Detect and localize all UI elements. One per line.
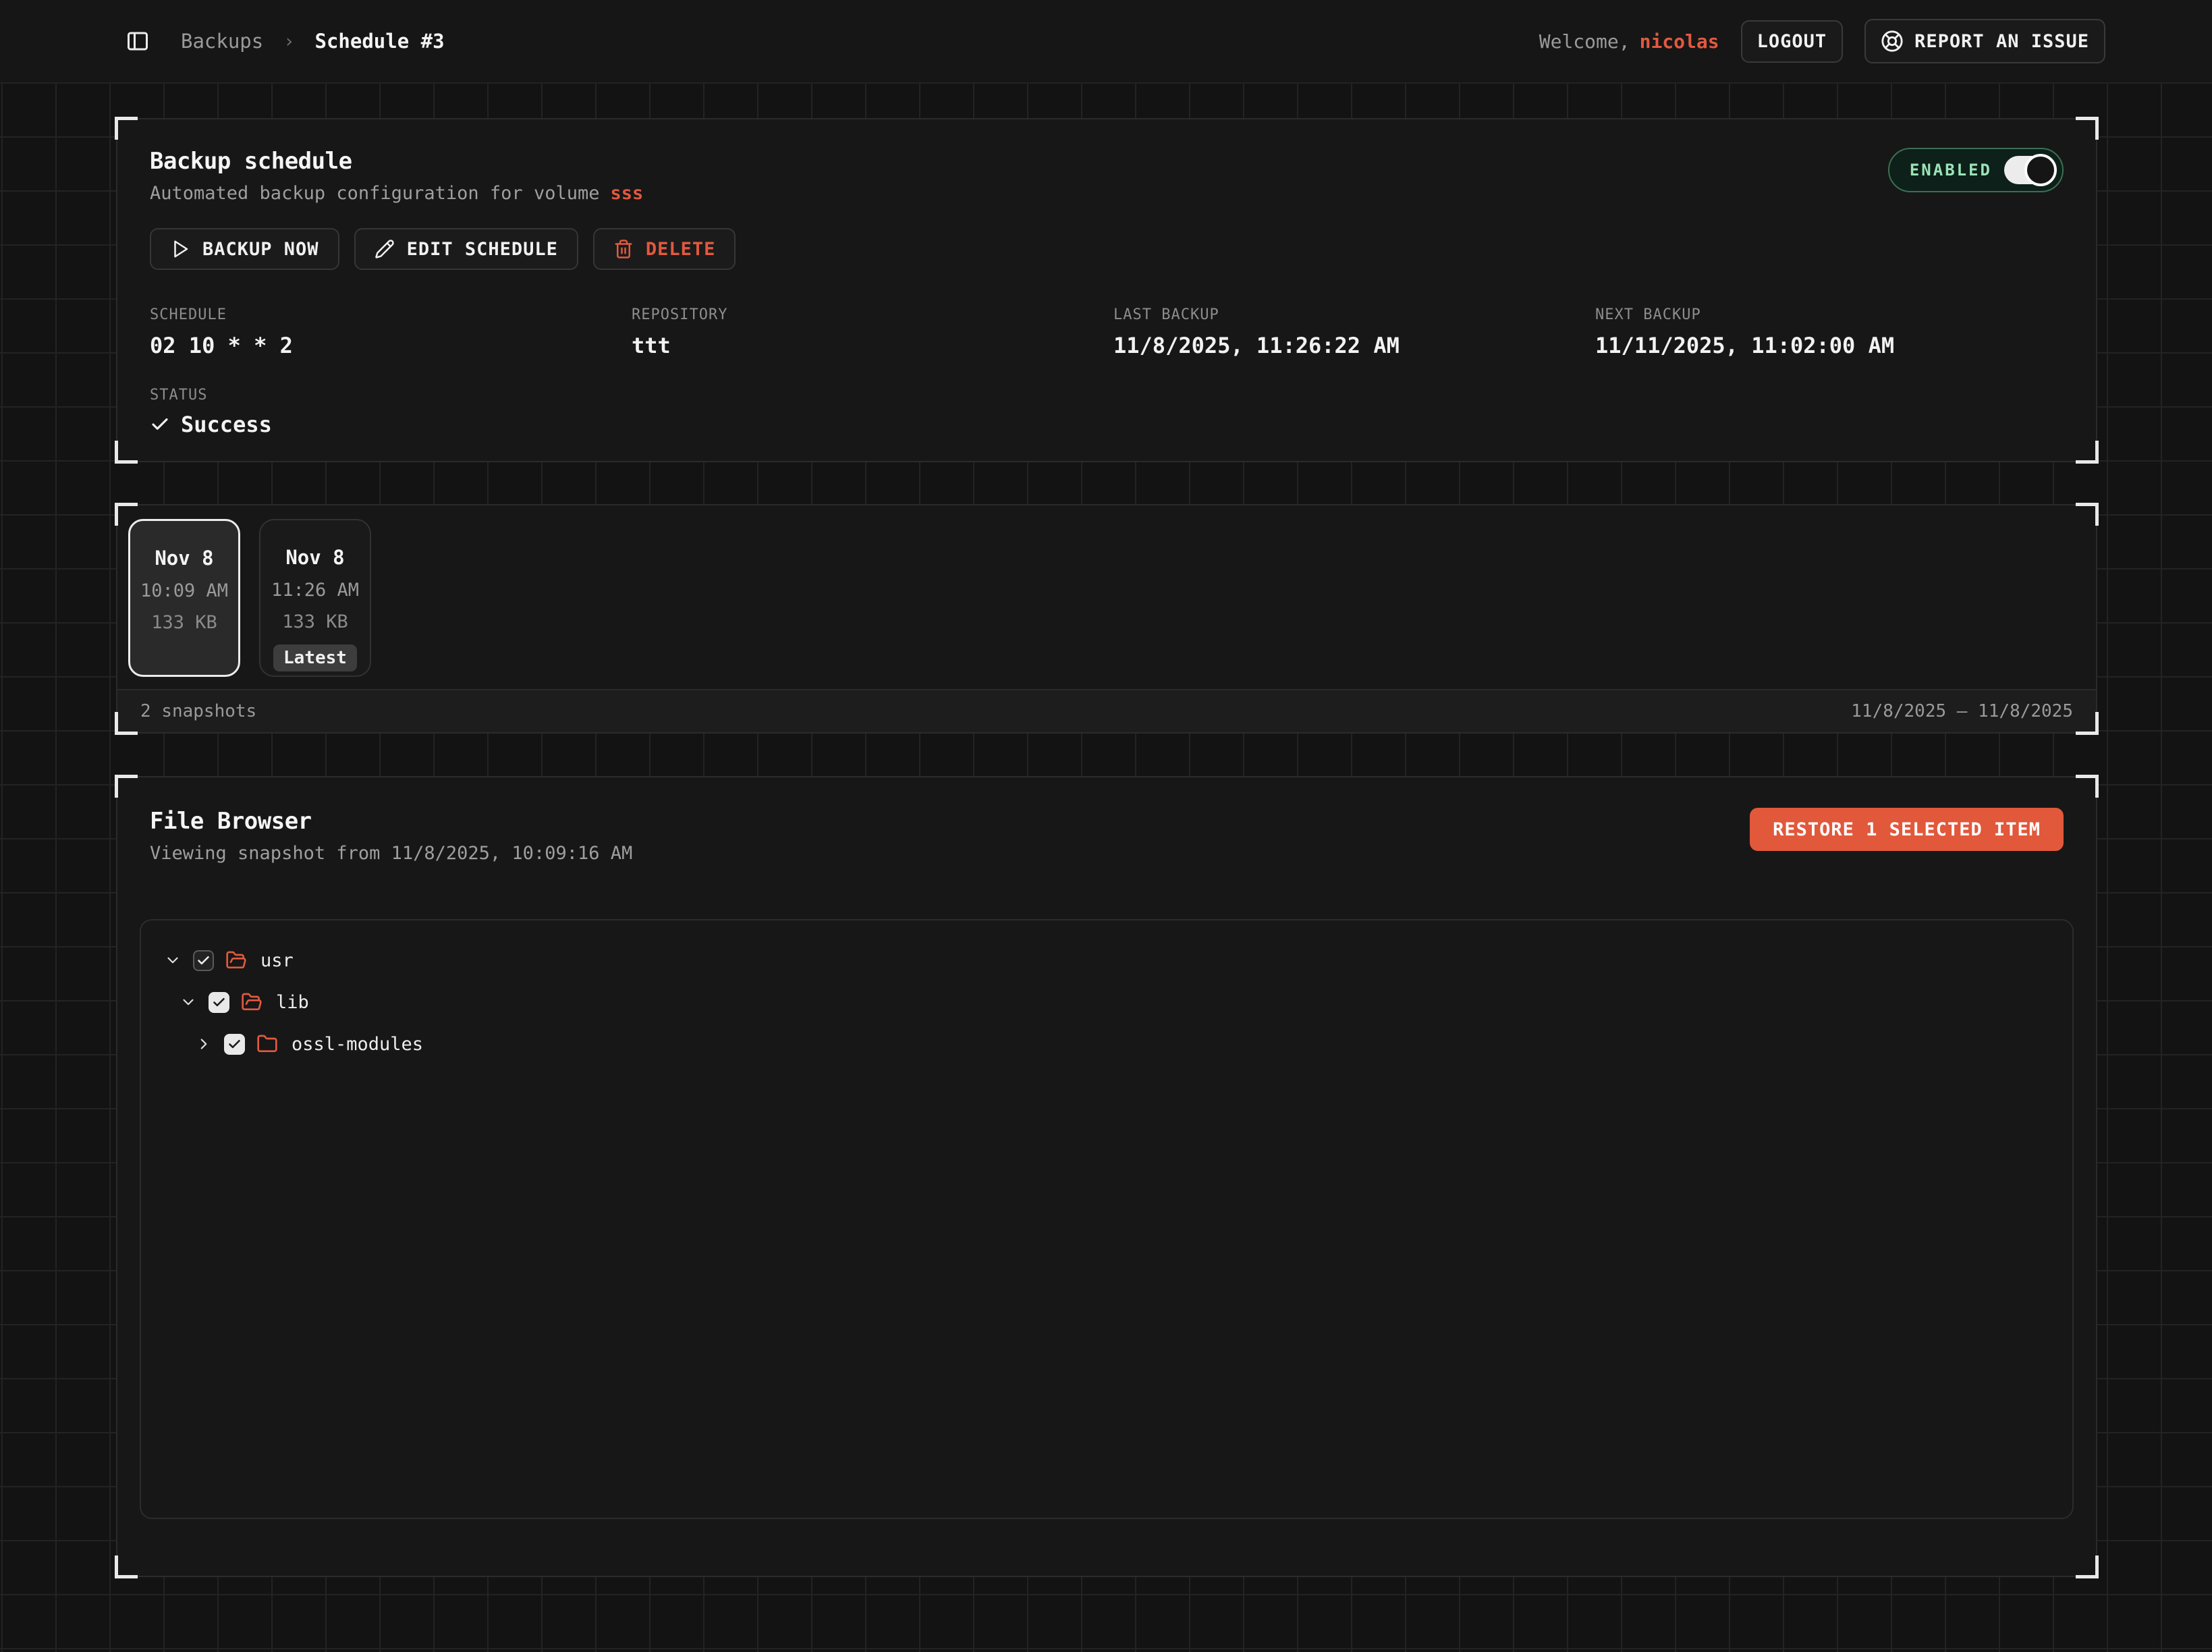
logout-button[interactable]: LOGOUT <box>1741 20 1844 63</box>
subtitle-prefix: Automated backup configuration for volum… <box>150 183 599 204</box>
welcome-text: Welcome, nicolas <box>1539 30 1719 53</box>
chevron-right-icon[interactable] <box>195 1035 213 1053</box>
field-label: NEXT BACKUP <box>1595 306 2064 323</box>
play-icon <box>170 239 190 259</box>
tree-label[interactable]: usr <box>260 950 294 971</box>
file-browser-subtitle: Viewing snapshot from 11/8/2025, 10:09:1… <box>150 843 632 864</box>
backup-now-label: BACKUP NOW <box>202 239 319 260</box>
file-browser-panel: File Browser Viewing snapshot from 11/8/… <box>116 776 2097 1577</box>
breadcrumb: Backups › Schedule #3 <box>181 30 445 53</box>
pencil-icon <box>375 239 395 259</box>
folder-open-icon <box>225 949 247 971</box>
corner-bracket <box>115 1555 138 1578</box>
edit-schedule-button[interactable]: EDIT SCHEDULE <box>354 228 578 270</box>
snapshot-size: 133 KB <box>282 611 348 632</box>
top-bar-right: Welcome, nicolas LOGOUT REPORT AN ISSUE <box>1539 19 2105 63</box>
file-tree: usr lib <box>140 919 2074 1519</box>
field-value: 02 10 * * 2 <box>150 333 618 358</box>
status-block: STATUS Success <box>150 387 2064 437</box>
snapshot-count: 2 snapshots <box>140 701 256 721</box>
breadcrumb-separator: › <box>283 31 294 52</box>
folder-open-icon <box>241 991 262 1013</box>
field-schedule: SCHEDULE 02 10 * * 2 <box>150 306 618 358</box>
delete-button[interactable]: DELETE <box>593 228 736 270</box>
corner-bracket <box>2076 117 2099 140</box>
corner-bracket <box>2076 1555 2099 1578</box>
username: nicolas <box>1640 30 1719 53</box>
snapshot-card-selected[interactable]: Nov 8 10:09 AM 133 KB <box>128 519 240 677</box>
snapshot-time: 11:26 AM <box>271 580 359 601</box>
schedule-actions: BACKUP NOW EDIT SCHEDULE DELETE <box>150 228 2064 270</box>
folder-closed-icon <box>256 1033 278 1055</box>
field-value: 11/11/2025, 11:02:00 AM <box>1595 333 2064 358</box>
field-value: 11/8/2025, 11:26:22 AM <box>1113 333 1582 358</box>
snapshot-date: Nov 8 <box>155 547 213 570</box>
checkbox-lib[interactable] <box>209 992 229 1013</box>
snapshots-footer: 2 snapshots 11/8/2025 – 11/8/2025 <box>117 689 2096 732</box>
panel-left-icon <box>126 29 150 53</box>
corner-bracket <box>115 441 138 464</box>
top-bar: Backups › Schedule #3 Welcome, nicolas LO… <box>0 0 2212 82</box>
breadcrumb-backups-link[interactable]: Backups <box>181 30 263 53</box>
report-issue-button[interactable]: REPORT AN ISSUE <box>1864 19 2105 63</box>
snapshot-card[interactable]: Nov 8 11:26 AM 133 KB Latest <box>259 519 371 677</box>
enabled-toggle-label: ENABLED <box>1910 161 1992 180</box>
chevron-down-icon[interactable] <box>164 952 182 969</box>
checkbox-usr[interactable] <box>193 950 214 971</box>
field-label: REPOSITORY <box>632 306 1100 323</box>
corner-bracket <box>115 117 138 140</box>
tree-label[interactable]: ossl-modules <box>292 1034 423 1055</box>
snapshots-panel: Nov 8 10:09 AM 133 KB Nov 8 11:26 AM 133… <box>116 504 2097 734</box>
toggle-knob <box>2024 154 2057 186</box>
corner-bracket <box>2076 775 2099 798</box>
file-browser-title: File Browser <box>150 808 632 835</box>
schedule-panel-titles: Backup schedule Automated backup configu… <box>150 148 643 204</box>
schedule-panel-subtitle: Automated backup configuration for volum… <box>150 183 643 204</box>
lifebuoy-icon <box>1881 30 1904 53</box>
toggle-switch[interactable] <box>2004 156 2054 184</box>
field-last-backup: LAST BACKUP 11/8/2025, 11:26:22 AM <box>1113 306 1582 358</box>
status-text: Success <box>181 412 272 437</box>
corner-bracket <box>2076 441 2099 464</box>
logout-button-label: LOGOUT <box>1757 31 1827 52</box>
delete-label: DELETE <box>646 239 716 260</box>
file-browser-header: File Browser Viewing snapshot from 11/8/… <box>150 808 2064 864</box>
tree-row-lib: lib <box>141 981 2072 1023</box>
field-label: SCHEDULE <box>150 306 618 323</box>
snapshot-size: 133 KB <box>151 612 217 633</box>
report-issue-button-label: REPORT AN ISSUE <box>1914 31 2089 52</box>
chevron-down-icon[interactable] <box>179 993 197 1011</box>
edit-schedule-label: EDIT SCHEDULE <box>407 239 558 260</box>
backup-now-button[interactable]: BACKUP NOW <box>150 228 339 270</box>
field-value: ttt <box>632 333 1100 358</box>
trash-icon <box>613 239 634 259</box>
page-title: Backup schedule <box>150 148 643 175</box>
enabled-toggle[interactable]: ENABLED <box>1888 148 2064 192</box>
sidebar-toggle-button[interactable] <box>126 29 150 53</box>
snapshot-date: Nov 8 <box>285 546 344 569</box>
snapshot-cards: Nov 8 10:09 AM 133 KB Nov 8 11:26 AM 133… <box>117 505 2096 690</box>
tree-row-usr: usr <box>141 939 2072 981</box>
status-badge: Success <box>150 412 2064 437</box>
schedule-fields: SCHEDULE 02 10 * * 2 REPOSITORY ttt LAST… <box>150 306 2064 358</box>
welcome-prefix: Welcome, <box>1539 30 1630 53</box>
schedule-panel-header: Backup schedule Automated backup configu… <box>150 148 2064 204</box>
snapshot-time: 10:09 AM <box>140 580 228 601</box>
field-label: LAST BACKUP <box>1113 306 1582 323</box>
breadcrumb-current-page: Schedule #3 <box>314 30 444 53</box>
tree-row-ossl-modules: ossl-modules <box>141 1023 2072 1065</box>
corner-bracket <box>115 775 138 798</box>
backup-schedule-panel: Backup schedule Automated backup configu… <box>116 118 2097 462</box>
check-icon <box>150 414 170 435</box>
volume-name: sss <box>610 183 643 204</box>
latest-badge: Latest <box>273 644 357 671</box>
snapshot-date-range: 11/8/2025 – 11/8/2025 <box>1851 701 2073 721</box>
checkbox-ossl-modules[interactable] <box>224 1034 245 1055</box>
tree-label[interactable]: lib <box>276 992 309 1013</box>
restore-selected-button[interactable]: RESTORE 1 SELECTED ITEM <box>1750 808 2064 851</box>
file-browser-titles: File Browser Viewing snapshot from 11/8/… <box>150 808 632 864</box>
field-repository: REPOSITORY ttt <box>632 306 1100 358</box>
field-next-backup: NEXT BACKUP 11/11/2025, 11:02:00 AM <box>1595 306 2064 358</box>
status-label: STATUS <box>150 387 2064 404</box>
